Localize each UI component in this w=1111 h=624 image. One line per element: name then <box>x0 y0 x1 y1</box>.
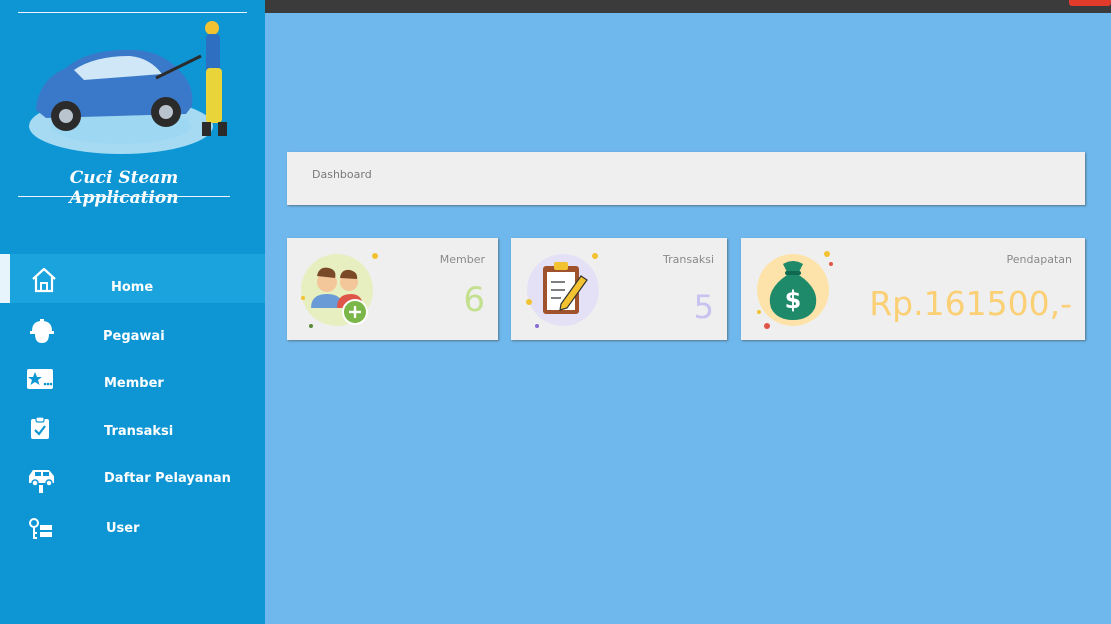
pendapatan-value: Rp.161500,- <box>869 284 1072 323</box>
sidebar-item-label: User <box>106 521 140 536</box>
dashboard-header: Dashboard <box>287 152 1085 205</box>
clipboard-check-icon <box>31 416 49 439</box>
car-service-icon <box>29 470 54 493</box>
card-title: Pendapatan <box>1006 253 1072 266</box>
user-key-icon <box>29 518 52 539</box>
sidebar-item-label: Pegawai <box>103 329 165 344</box>
close-button[interactable] <box>1069 0 1111 6</box>
sidebar-item-label: Member <box>104 376 164 391</box>
sidebar-item-transaksi[interactable]: Transaksi <box>0 404 265 453</box>
top-divider <box>18 12 247 13</box>
home-icon <box>32 267 56 293</box>
sidebar-item-daftar-pelayanan[interactable]: Daftar Pelayanan <box>0 452 265 501</box>
pendapatan-card[interactable]: $ Pendapatan Rp.161500,- <box>741 238 1085 340</box>
car-wash-logo <box>29 21 227 154</box>
sidebar: Cuci Steam Application Home Pegawai Memb… <box>0 0 265 624</box>
sidebar-item-label: Transaksi <box>104 424 174 439</box>
card-title: Transaksi <box>663 253 714 266</box>
transaksi-count: 5 <box>693 288 714 326</box>
sidebar-item-pegawai[interactable]: Pegawai <box>0 310 265 359</box>
transaksi-card[interactable]: Transaksi 5 <box>511 238 727 340</box>
page-title: Dashboard <box>312 168 372 181</box>
member-card-icon <box>27 369 53 389</box>
sidebar-item-member[interactable]: Member <box>0 356 265 405</box>
members-add-icon <box>301 253 378 328</box>
clipboard-pencil-icon <box>526 253 599 328</box>
member-count: 6 <box>463 280 485 320</box>
worker-helmet-icon <box>30 319 54 343</box>
svg-text:$: $ <box>785 286 802 314</box>
app-title: Cuci Steam Application <box>69 168 179 208</box>
title-divider <box>18 196 230 197</box>
sidebar-item-home[interactable]: Home <box>0 254 265 303</box>
money-bag-icon: $ <box>757 251 833 329</box>
sidebar-item-label: Daftar Pelayanan <box>104 471 231 486</box>
sidebar-item-label: Home <box>111 280 154 295</box>
sidebar-item-user[interactable]: User <box>0 502 265 551</box>
member-card[interactable]: Member 6 <box>287 238 498 340</box>
card-title: Member <box>439 253 485 266</box>
window-title-bar <box>265 0 1111 13</box>
